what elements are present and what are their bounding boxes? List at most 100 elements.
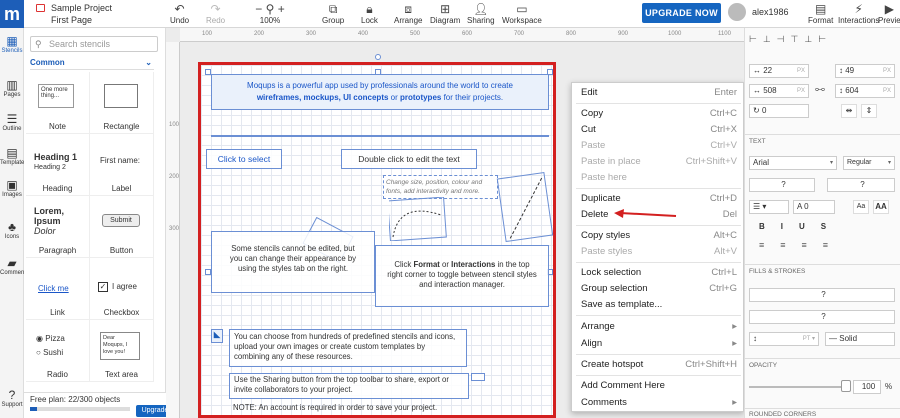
change-size-note[interactable]: Change size, position, colour and fonts,… [383, 175, 498, 199]
account-note: NOTE: An account is required in order to… [233, 403, 438, 412]
font-family-select[interactable]: Arial ▾ [749, 156, 837, 170]
menu-item-paste-in-place[interactable]: Paste in place Ctrl+Shift+V [572, 154, 745, 170]
stencil-heading[interactable]: Heading 1 Heading 2 Heading [26, 134, 90, 196]
flip-horizontal-icon[interactable]: ⇹ [841, 104, 857, 118]
nav-support[interactable]: ? Support [0, 388, 24, 408]
stroke-width-input[interactable]: ↕ PT ▾ [749, 332, 819, 346]
lock-button[interactable]: 🔒︎ Lock [361, 2, 378, 25]
stencils-panel: ⚲ Search stencils Common ⌄ One more thing.… [24, 28, 187, 418]
stencil-textarea[interactable]: Dear Moqups, I love you! Text area [90, 320, 154, 382]
menu-item-add-comment[interactable]: Add Comment Here [572, 378, 745, 394]
category-header[interactable]: Common ⌄ [30, 58, 154, 70]
stencil-note[interactable]: One more thing... Note [26, 72, 90, 134]
text-larger-button[interactable]: AA [873, 200, 889, 214]
fills-section-header: FILLS & STROKES [745, 264, 900, 275]
menu-item-create-hotspot[interactable]: Create hotspot Ctrl+Shift+H [572, 357, 745, 373]
workspace-button[interactable]: ▭ Workspace [502, 2, 542, 25]
nav-icons[interactable]: ♣ Icons [0, 220, 24, 240]
menu-item-arrange[interactable]: Arrange ▸ [572, 319, 745, 335]
moqups-logo[interactable]: m [0, 0, 24, 28]
group-button[interactable]: ⧉ Group [322, 2, 344, 25]
search-input[interactable]: ⚲ Search stencils [30, 36, 158, 52]
width-input[interactable]: ↔ 508 PX [749, 84, 809, 98]
stencil-label[interactable]: First name: Label [90, 134, 154, 196]
double-click-box[interactable]: Double click to edit the text [341, 149, 477, 169]
arrange-button[interactable]: ⧈ Arrange [394, 2, 422, 25]
menu-item-align[interactable]: Align ▸ [572, 336, 745, 352]
y-position-input[interactable]: ↕ 49 PX [835, 64, 895, 78]
text-style-buttons[interactable]: BIUS [759, 222, 842, 231]
click-to-select-box[interactable]: Click to select [206, 149, 282, 169]
rotation-input[interactable]: ↻ 0 [749, 104, 809, 118]
opacity-input[interactable]: 100 [853, 380, 881, 394]
menu-item-delete[interactable]: Delete Del [572, 207, 745, 223]
rotate-handle[interactable] [375, 54, 381, 60]
context-menu: Edit Enter Copy Ctrl+C Cut Ctrl+X Paste Ctrl… [571, 82, 744, 412]
undo-button[interactable]: ↶ Undo [170, 2, 189, 25]
arc-shape[interactable] [387, 196, 447, 242]
stroke-color-input[interactable]: ? [749, 310, 895, 324]
opacity-slider-track[interactable] [749, 386, 849, 388]
link-ratio-icon[interactable]: ⧟ [815, 84, 825, 95]
format-button[interactable]: ▤ Format [808, 2, 833, 25]
pages-icon: ▥ [6, 78, 18, 92]
choose-note-box[interactable]: You can choose from hundreds of predefin… [229, 329, 467, 367]
list-style-select[interactable]: ☰ ▾ [749, 200, 789, 214]
menu-item-copy[interactable]: Copy Ctrl+C [572, 106, 745, 122]
fill-color-input[interactable]: ? [749, 288, 895, 302]
menu-item-paste-here[interactable]: Paste here [572, 170, 745, 186]
stencils-note-box[interactable]: Some stencils cannot be edited, but you … [211, 231, 375, 293]
menu-item-lock-selection[interactable]: Lock selection Ctrl+L [572, 265, 745, 281]
font-size-input[interactable]: ? [827, 178, 895, 192]
diagonal-line-box[interactable] [496, 171, 554, 243]
nav-outline[interactable]: ☰ Outline [0, 112, 24, 132]
text-align-buttons[interactable]: ≡≡≡≡ [759, 240, 844, 250]
menu-item-paste-styles[interactable]: Paste styles Alt+V [572, 244, 745, 260]
stencil-checkbox[interactable]: ✓ I agree Checkbox [90, 258, 154, 320]
images-icon: ▣ [6, 178, 18, 192]
nav-comments[interactable]: ▰ Comments [0, 256, 29, 276]
menu-item-group-selection[interactable]: Group selection Ctrl+G [572, 281, 745, 297]
stencil-rectangle[interactable]: Rectangle [90, 72, 154, 134]
preview-button[interactable]: ▶ Previe [878, 2, 900, 25]
sharing-note-box[interactable]: Use the Sharing button from the top tool… [229, 373, 469, 399]
diagram-icon: ⊞ [440, 2, 451, 16]
font-weight-select[interactable]: Regular ▾ [843, 156, 895, 170]
diagram-button[interactable]: ⊞ Diagram [430, 2, 460, 25]
intro-box[interactable]: Moqups is a powerful app used by profess… [211, 74, 549, 110]
format-note-box[interactable]: Click Format or Interactions in the top … [375, 245, 549, 307]
stencil-radio[interactable]: ◉ Pizza ○ Sushi Radio [26, 320, 90, 382]
nav-pages[interactable]: ▥ Pages [0, 78, 24, 98]
menu-item-cut[interactable]: Cut Ctrl+X [572, 122, 745, 138]
height-input[interactable]: ↕ 604 PX [835, 84, 895, 98]
stencil-paragraph[interactable]: Lorem, Ipsum Dolor Paragraph [26, 196, 90, 258]
stencil-link[interactable]: Click me Link [26, 258, 90, 320]
nav-templates[interactable]: ▤ Templates [0, 146, 27, 166]
text-color-input[interactable]: ? [749, 178, 815, 192]
text-smaller-button[interactable]: Aa [853, 200, 869, 214]
flip-vertical-icon[interactable]: ⇕ [861, 104, 877, 118]
stroke-style-select[interactable]: — Solid [825, 332, 895, 346]
username[interactable]: alex1986 [752, 7, 789, 17]
menu-item-paste[interactable]: Paste Ctrl+V [572, 138, 745, 154]
opacity-slider-handle[interactable] [841, 380, 851, 392]
upgrade-now-button[interactable]: UPGRADE NOW [642, 3, 721, 23]
avatar[interactable] [728, 3, 746, 21]
interactions-button[interactable]: ⚡︎ Interactions [838, 2, 879, 25]
project-info[interactable]: Sample Project First Page [36, 2, 112, 26]
redo-button[interactable]: ↷ Redo [206, 2, 225, 25]
nav-stencils[interactable]: ▦ Stencils [0, 34, 24, 54]
letter-spacing-input[interactable]: A 0 [793, 200, 835, 214]
nav-images[interactable]: ▣ Images [0, 178, 24, 198]
menu-item-edit[interactable]: Edit Enter [572, 85, 745, 101]
menu-item-copy-styles[interactable]: Copy styles Alt+C [572, 228, 745, 244]
stencil-button[interactable]: Submit Button [90, 196, 154, 258]
menu-item-save-as-template[interactable]: Save as template... [572, 297, 745, 313]
x-position-input[interactable]: ↔ 22 PX [749, 64, 809, 78]
sharing-button[interactable]: 👤︎ Sharing [467, 2, 495, 25]
canvas-page[interactable]: Moqups is a powerful app used by profess… [198, 54, 556, 418]
zoom-control[interactable]: − ⚲ +100% [250, 2, 290, 25]
align-tools[interactable]: ⊢⊥⊣⊤⊥⊢ [749, 34, 832, 45]
menu-item-comments[interactable]: Comments ▸ [572, 395, 745, 411]
menu-item-duplicate[interactable]: Duplicate Ctrl+D [572, 191, 745, 207]
